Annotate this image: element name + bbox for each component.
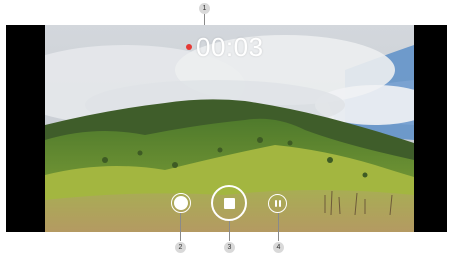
capture-photo-icon — [174, 196, 188, 210]
callout-2: 2 — [175, 242, 186, 253]
pause-icon — [274, 200, 281, 207]
video-recorder-screen: 00:03 — [6, 25, 447, 232]
callout-3: 3 — [224, 242, 235, 253]
callout-4-leader — [278, 213, 279, 241]
stop-icon — [223, 197, 235, 209]
recording-timer: 00:03 — [186, 31, 264, 62]
callout-2-leader — [180, 213, 181, 241]
timer-text: 00:03 — [196, 31, 264, 62]
figure: 1 00:03 2 3 4 — [0, 0, 452, 255]
callout-1: 1 — [199, 3, 210, 14]
callout-4: 4 — [273, 242, 284, 253]
pause-recording-button[interactable] — [268, 194, 287, 213]
stop-recording-button[interactable] — [211, 185, 247, 221]
capture-photo-button[interactable] — [171, 193, 191, 213]
callout-3-leader — [229, 221, 230, 241]
recording-indicator-dot — [186, 44, 192, 50]
